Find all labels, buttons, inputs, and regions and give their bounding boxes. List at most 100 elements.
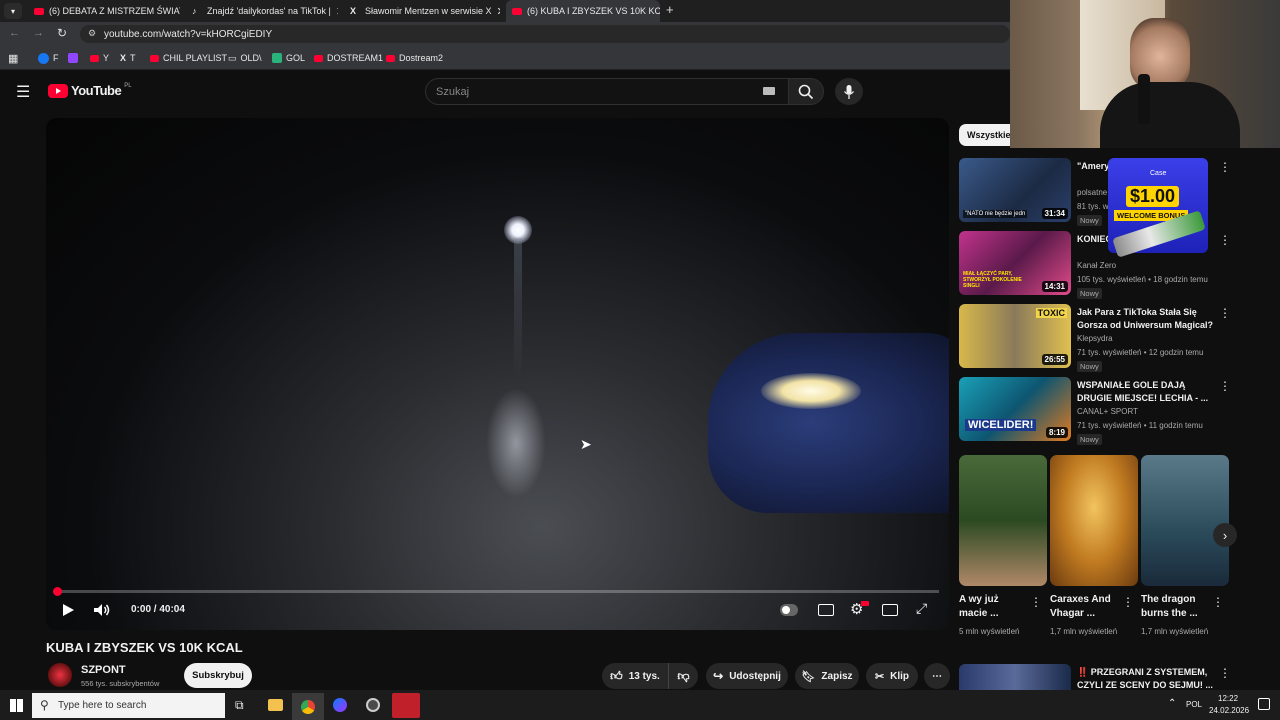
autoplay-toggle[interactable] <box>780 604 798 616</box>
taskbar-search-input[interactable]: ⚲ Type here to search <box>32 693 225 718</box>
browser-tab-active[interactable]: (6) KUBA I ZBYSZEK VS 10K KCA ✕ <box>506 0 660 22</box>
progress-bar[interactable] <box>53 587 939 596</box>
volume-icon[interactable] <box>93 603 111 617</box>
url-field[interactable]: ⚙ youtube.com/watch?v=kHORCgiEDIY <box>80 25 1010 43</box>
short-title[interactable]: A wy już macie ... <box>959 593 1029 621</box>
language-indicator[interactable]: POL <box>1186 700 1202 709</box>
short-thumbnail[interactable] <box>1141 455 1229 586</box>
more-vertical-icon[interactable]: ⋮ <box>1219 306 1231 320</box>
bookmark-item[interactable]: XT <box>120 50 136 66</box>
voice-search-button[interactable] <box>835 78 863 105</box>
keyboard-icon[interactable] <box>763 87 775 95</box>
forward-icon[interactable]: → <box>33 27 44 39</box>
bookmark-folder[interactable]: ▭ OLD\ <box>228 50 262 66</box>
channel-avatar[interactable] <box>48 663 72 687</box>
channel-name[interactable]: CANAL+ SPORT <box>1077 407 1138 416</box>
short-thumbnail[interactable] <box>959 455 1047 586</box>
x-icon: X <box>350 6 357 16</box>
notification-icon[interactable] <box>1258 698 1270 710</box>
video-thumbnail[interactable]: "NATO nie będzie jedn 31:34 <box>959 158 1071 222</box>
recommended-video[interactable]: TOXIC 26:55 Jak Para z TikToka Stała Się… <box>959 304 1231 372</box>
youtube-icon <box>34 6 44 16</box>
bookmark-item[interactable]: Dostream2 <box>386 50 443 66</box>
duration-badge: 14:31 <box>1041 281 1068 292</box>
clip-button[interactable]: ✂ Klip <box>866 663 918 689</box>
theater-mode-icon[interactable] <box>882 604 898 616</box>
bookmark-item[interactable]: GOL <box>272 50 305 66</box>
browser-tab[interactable]: (6) DEBATA Z MISTRZEM ŚWIAT ✕ <box>28 0 180 22</box>
tab-search-dropdown[interactable]: ▾ <box>4 3 22 19</box>
site-info-icon[interactable]: ⚙ <box>88 28 96 39</box>
subtitles-icon[interactable] <box>818 604 834 616</box>
browser-tab[interactable]: ♪ Znajdź 'dailykordas' na TikTok | ✕ <box>186 0 338 22</box>
tab-title: (6) KUBA I ZBYSZEK VS 10K KCA <box>527 6 660 16</box>
url-text: youtube.com/watch?v=kHORCgiEDIY <box>104 28 273 40</box>
close-icon[interactable]: ✕ <box>336 5 338 18</box>
bookmark-icon: 🔖︎ <box>801 670 816 683</box>
webcam-microphone <box>1138 74 1150 124</box>
bookmark-item[interactable] <box>68 50 78 66</box>
recommended-video[interactable]: WICELIDER! 8:19 WSPANIAŁE GOLE DAJĄ DRUG… <box>959 377 1231 445</box>
channel-name[interactable]: Kanał Zero <box>1077 261 1116 270</box>
video-title[interactable]: ‼️ PRZEGRANI Z SYSTEMEM, CZYLI ZE SCENY … <box>1077 666 1215 692</box>
more-vertical-icon[interactable]: ⋮ <box>1122 595 1134 609</box>
clock-date[interactable]: 24.02.2026 <box>1209 706 1249 715</box>
video-player[interactable] <box>46 118 949 630</box>
back-icon[interactable]: ← <box>9 27 20 39</box>
fullscreen-icon[interactable]: ⤢ <box>916 600 927 617</box>
more-actions-button[interactable]: ⋯ <box>924 663 950 689</box>
more-vertical-icon[interactable]: ⋮ <box>1212 595 1224 609</box>
share-button[interactable]: ↪ Udostępnij <box>706 663 788 689</box>
shorts-next-button[interactable]: › <box>1213 523 1237 547</box>
more-vertical-icon[interactable]: ⋮ <box>1219 379 1231 393</box>
browser-tab[interactable]: X Sławomir Mentzen w serwisie X ✕ <box>344 0 500 22</box>
red-app-icon[interactable] <box>392 693 420 718</box>
short-title[interactable]: The dragon burns the ... <box>1141 593 1211 621</box>
tab-title: Znajdź 'dailykordas' na TikTok | <box>207 6 331 16</box>
app-icon[interactable] <box>366 698 380 712</box>
tray-chevron-icon[interactable]: ⌃ <box>1168 698 1176 709</box>
more-vertical-icon[interactable]: ⋮ <box>1219 233 1231 247</box>
bookmark-item[interactable]: CHIL PLAYLIST <box>150 50 227 66</box>
play-icon[interactable] <box>61 603 75 617</box>
apps-icon[interactable]: ▦ <box>8 50 18 66</box>
short-title[interactable]: Caraxes And Vhagar ... <box>1050 593 1120 621</box>
subscribe-button[interactable]: Subskrybuj <box>184 663 252 688</box>
new-tab-button[interactable]: + <box>666 2 674 17</box>
facebook-icon <box>38 52 49 64</box>
channel-name[interactable]: Klepsydra <box>1077 334 1113 343</box>
save-button[interactable]: 🔖︎ Zapisz <box>795 663 859 689</box>
more-vertical-icon[interactable]: ⋮ <box>1030 595 1042 609</box>
chrome-icon[interactable] <box>292 693 324 720</box>
progress-handle[interactable] <box>53 587 62 596</box>
video-title[interactable]: Jak Para z TikToka Stała Się Gorsza od U… <box>1077 306 1215 332</box>
video-thumbnail[interactable]: TOXIC 26:55 <box>959 304 1071 368</box>
video-thumbnail[interactable]: WICELIDER! 8:19 <box>959 377 1071 441</box>
short-thumbnail[interactable] <box>1050 455 1138 586</box>
duration-badge: 26:55 <box>1041 354 1068 365</box>
search-input[interactable]: Szukaj <box>425 78 790 105</box>
video-title[interactable]: WSPANIAŁE GOLE DAJĄ DRUGIE MIEJSCE! LECH… <box>1077 379 1215 405</box>
dislike-button[interactable]: 👎︎ <box>668 663 698 689</box>
bookmark-item[interactable]: DOSTREAM1 <box>314 50 383 66</box>
clock-time[interactable]: 12:22 <box>1218 694 1238 703</box>
close-icon[interactable]: ✕ <box>497 5 500 18</box>
like-button[interactable]: 👍︎ 13 tys. <box>602 663 668 689</box>
windows-start-icon[interactable] <box>10 699 23 712</box>
messenger-icon[interactable] <box>333 698 347 712</box>
new-badge: Nowy <box>1077 361 1102 372</box>
bookmark-item[interactable]: Y <box>90 50 109 66</box>
more-vertical-icon[interactable]: ⋮ <box>1219 666 1231 680</box>
menu-icon[interactable]: ☰ <box>16 82 30 102</box>
file-explorer-icon[interactable] <box>268 699 283 711</box>
video-thumbnail[interactable]: MIAŁ ŁĄCZYĆ PARY, STWORZYŁ POKOLENIE SIN… <box>959 231 1071 295</box>
thumbs-down-icon: 👎︎ <box>677 668 690 683</box>
bookmark-item[interactable]: F <box>38 50 59 66</box>
reload-icon[interactable]: ↻ <box>57 26 67 40</box>
video-thumbnail[interactable] <box>959 664 1071 690</box>
youtube-logo[interactable]: YouTube PL <box>48 83 132 98</box>
task-view-icon[interactable]: ⧉ <box>235 698 244 713</box>
more-vertical-icon[interactable]: ⋮ <box>1219 160 1231 174</box>
search-button[interactable] <box>788 78 824 105</box>
channel-name[interactable]: SZPONT <box>81 664 126 676</box>
